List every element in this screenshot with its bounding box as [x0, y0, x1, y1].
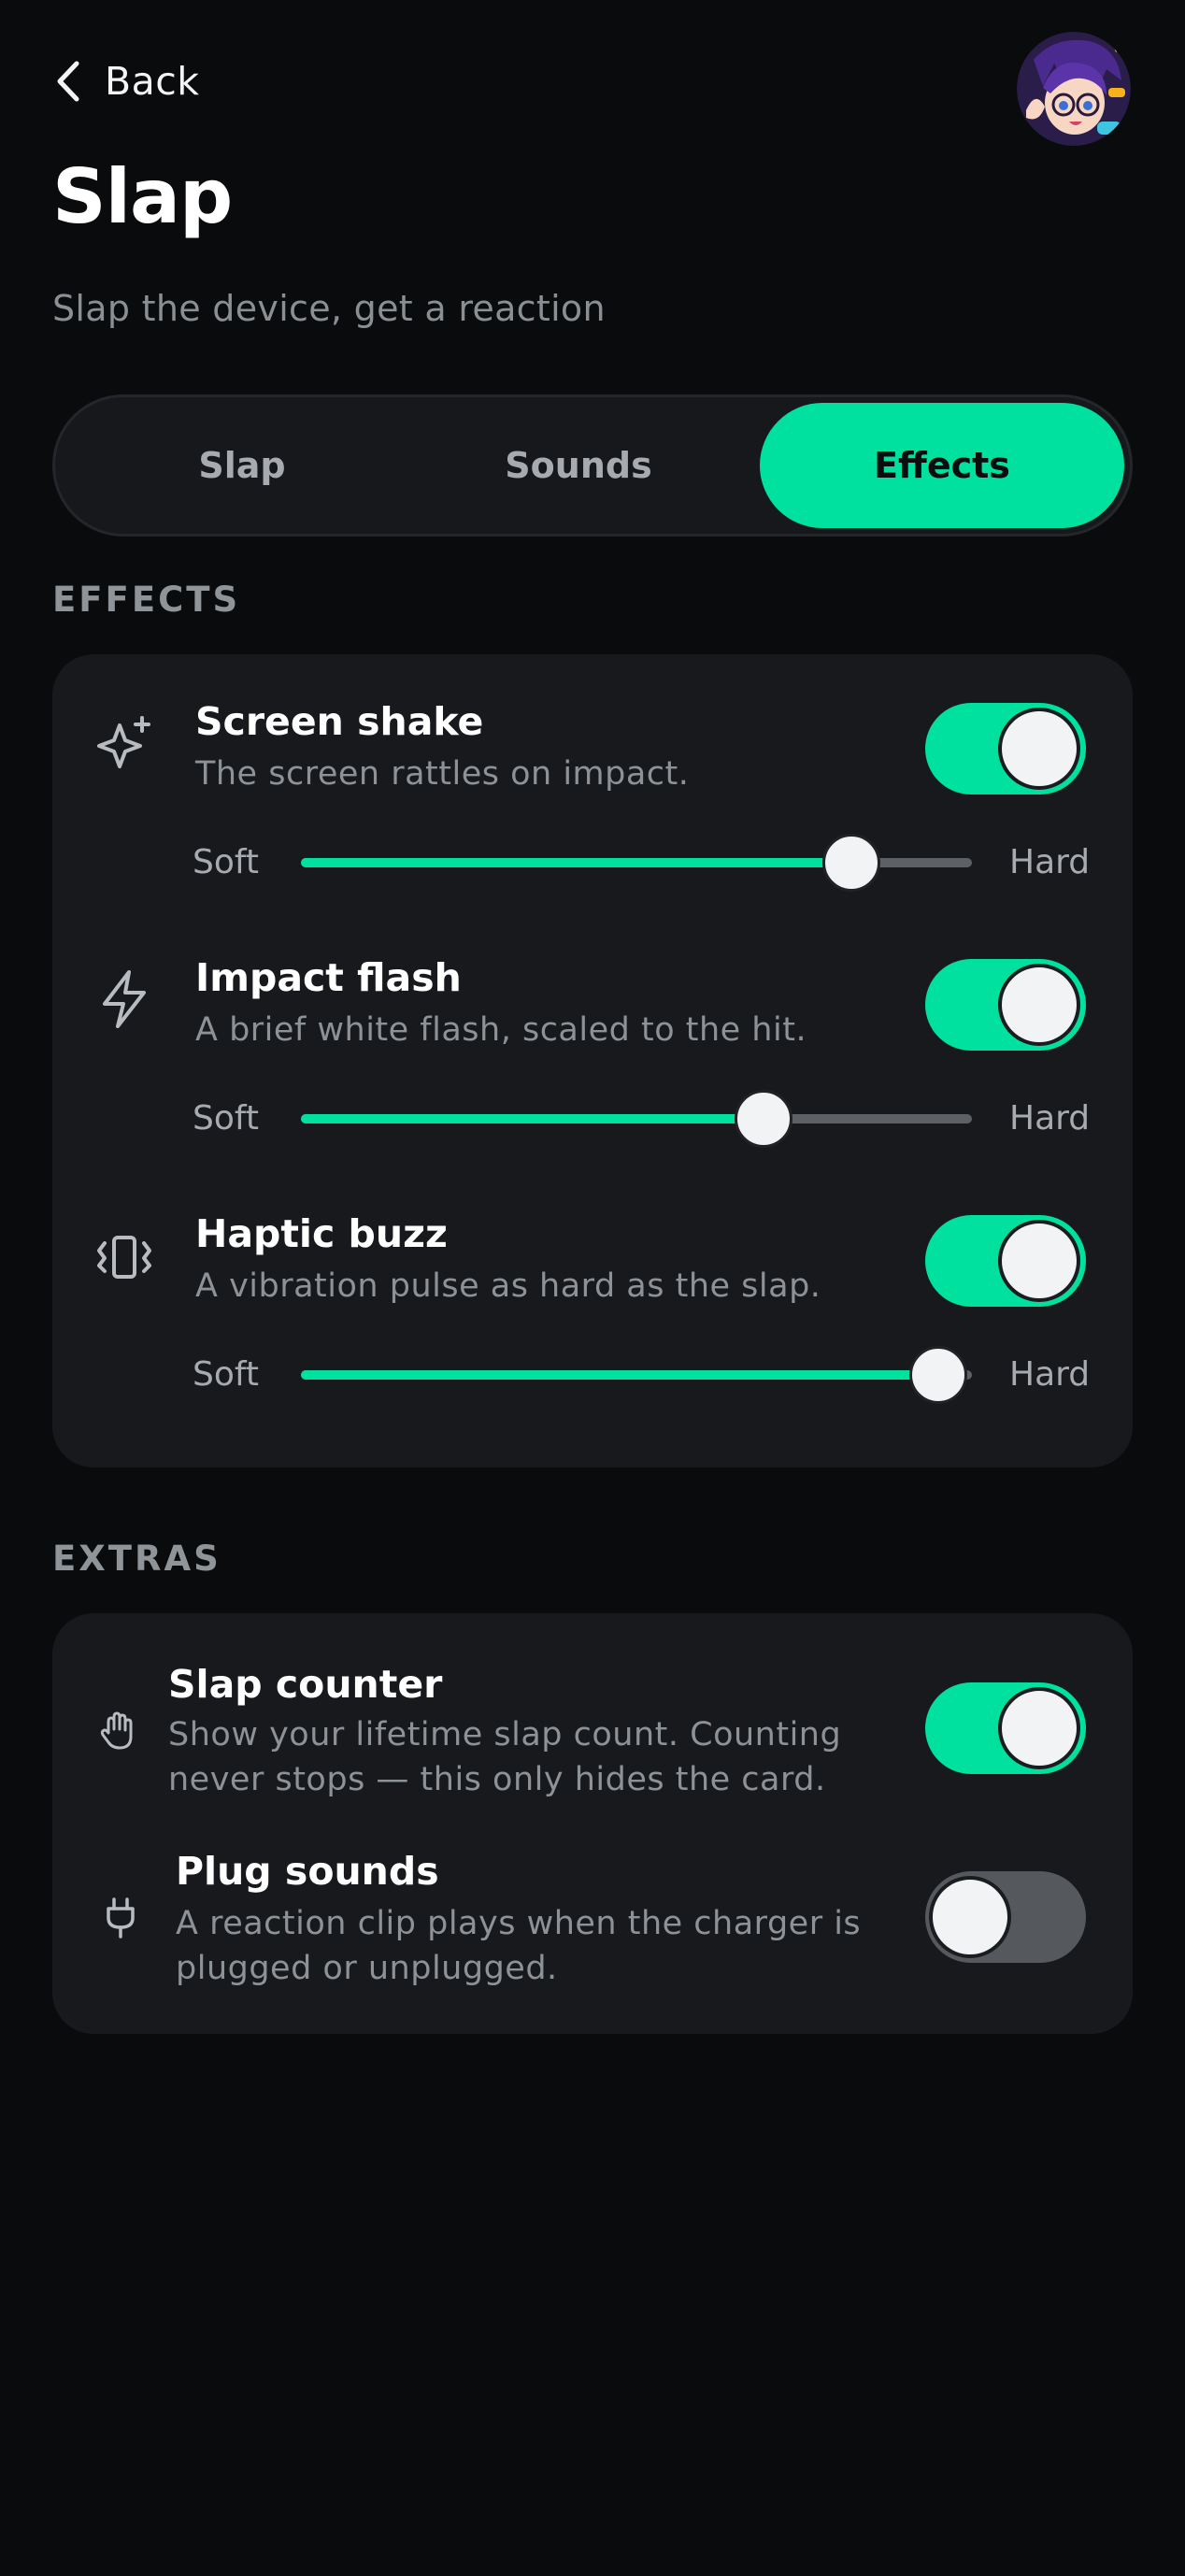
extra-title: Slap counter — [168, 1662, 443, 1707]
extras-section-label: EXTRAS — [52, 1538, 221, 1579]
back-button[interactable]: Back — [52, 58, 200, 105]
toggle-knob — [998, 1220, 1080, 1302]
slider-min-label: Soft — [193, 1099, 260, 1138]
effect-title: Impact flash — [195, 955, 462, 1000]
back-label: Back — [105, 59, 200, 104]
slider-thumb[interactable] — [909, 1346, 968, 1404]
haptic-buzz-toggle[interactable] — [925, 1215, 1086, 1307]
slider-max-label: Hard — [1009, 1355, 1091, 1394]
page-title: Slap — [52, 153, 233, 240]
sparkle-icon — [92, 712, 157, 778]
chevron-left-icon — [57, 61, 79, 102]
effect-description: A brief white flash, scaled to the hit. — [195, 1011, 807, 1049]
effect-title: Screen shake — [195, 699, 484, 744]
effects-section-label: EFFECTS — [52, 580, 241, 620]
extra-slap-counter: Slap counter Show your lifetime slap cou… — [52, 1613, 1133, 1819]
avatar[interactable] — [1017, 32, 1131, 146]
toggle-knob — [998, 1687, 1080, 1769]
slider-fill — [301, 1114, 764, 1123]
slap-counter-toggle[interactable] — [925, 1682, 1086, 1774]
extra-description-line-1: A reaction clip plays when the charger i… — [176, 1905, 862, 1942]
vibrate-icon — [92, 1224, 157, 1290]
slider-track[interactable] — [301, 1090, 972, 1148]
screen-shake-toggle[interactable] — [925, 703, 1086, 794]
slider-thumb[interactable] — [735, 1090, 793, 1148]
extras-card: Slap counter Show your lifetime slap cou… — [52, 1613, 1133, 2034]
segmented-control: Slap Sounds Effects — [52, 394, 1133, 537]
page-subtitle: Slap the device, get a reaction — [52, 288, 606, 329]
slider-track[interactable] — [301, 834, 972, 892]
effect-title: Haptic buzz — [195, 1211, 448, 1256]
extra-description-line-1: Show your lifetime slap count. Counting — [168, 1716, 842, 1753]
tab-slap[interactable]: Slap — [83, 403, 401, 528]
effects-card: Screen shake The screen rattles on impac… — [52, 654, 1133, 1467]
slider-min-label: Soft — [193, 843, 260, 881]
screen-shake-intensity-slider: Soft Hard — [52, 834, 1133, 892]
impact-flash-toggle[interactable] — [925, 959, 1086, 1051]
slider-fill — [301, 1370, 939, 1380]
toggle-knob — [929, 1876, 1011, 1958]
extra-description-line-2: plugged or unplugged. — [176, 1950, 558, 1987]
effect-haptic-buzz: Haptic buzz A vibration pulse as hard as… — [52, 1166, 1133, 1419]
toggle-knob — [998, 708, 1080, 790]
effect-screen-shake: Screen shake The screen rattles on impac… — [52, 654, 1133, 907]
slider-min-label: Soft — [193, 1355, 260, 1394]
extra-plug-sounds: Plug sounds A reaction clip plays when t… — [52, 1802, 1133, 2008]
effect-description: The screen rattles on impact. — [195, 755, 690, 793]
effect-description: A vibration pulse as hard as the slap. — [195, 1267, 821, 1305]
extra-title: Plug sounds — [176, 1849, 439, 1894]
slider-max-label: Hard — [1009, 1099, 1091, 1138]
plug-icon — [97, 1894, 144, 1940]
tab-effects[interactable]: Effects — [760, 403, 1124, 528]
header: Back — [0, 0, 1185, 146]
slider-track[interactable] — [301, 1346, 972, 1404]
effect-impact-flash: Impact flash A brief white flash, scaled… — [52, 910, 1133, 1163]
slider-thumb[interactable] — [821, 834, 880, 892]
tab-sounds[interactable]: Sounds — [410, 403, 747, 528]
haptic-buzz-intensity-slider: Soft Hard — [52, 1346, 1133, 1404]
toggle-knob — [998, 964, 1080, 1046]
lightning-icon — [92, 966, 157, 1032]
slider-max-label: Hard — [1009, 843, 1091, 881]
slider-fill — [301, 858, 851, 867]
hand-icon — [95, 1707, 142, 1753]
plug-sounds-toggle[interactable] — [925, 1871, 1086, 1963]
extra-description-line-2: never stops — this only hides the card. — [168, 1761, 826, 1798]
impact-flash-intensity-slider: Soft Hard — [52, 1090, 1133, 1148]
avatar-image — [1017, 32, 1131, 146]
